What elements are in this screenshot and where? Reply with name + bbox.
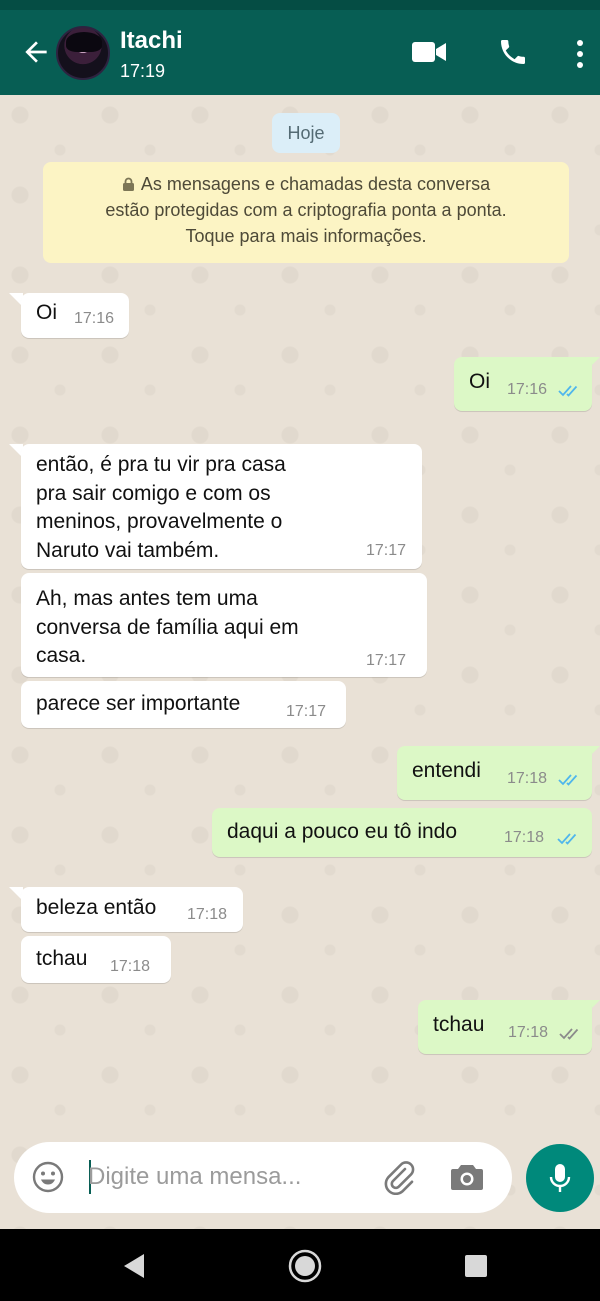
message-time: 17:16 [507, 381, 548, 398]
chat-header: Itachi 17:19 [0, 10, 600, 95]
message-outgoing[interactable]: tchau 17:18 [418, 1000, 592, 1054]
voice-call-icon[interactable] [497, 36, 529, 68]
back-arrow-icon[interactable] [20, 36, 52, 68]
microphone-button[interactable] [526, 1144, 594, 1212]
nav-back-icon[interactable] [122, 1253, 146, 1279]
message-incoming[interactable]: então, é pra tu vir pra casa pra sair co… [21, 444, 422, 569]
message-line: Ah, mas antes tem uma [36, 587, 258, 610]
message-text: tchau [36, 947, 88, 970]
message-incoming[interactable]: Ah, mas antes tem uma conversa de famíli… [21, 573, 427, 677]
message-time: 17:18 [507, 770, 548, 787]
chat-area[interactable]: Hoje As mensagens e chamadas desta conve… [0, 95, 600, 1230]
message-text: tchau [433, 1013, 485, 1036]
message-outgoing[interactable]: daqui a pouco eu tô indo 17:18 [212, 808, 592, 857]
attach-icon[interactable] [381, 1159, 417, 1195]
more-options-icon[interactable] [574, 38, 586, 70]
message-text: Oi [469, 370, 490, 393]
message-incoming[interactable]: beleza então 17:18 [21, 887, 243, 932]
last-seen: 17:19 [120, 61, 166, 81]
message-line: casa. [36, 644, 87, 667]
message-incoming[interactable]: Oi 17:16 [21, 293, 129, 338]
encryption-text-1: As mensagens e chamadas desta conversa [140, 174, 491, 194]
contact-name[interactable]: Itachi [120, 27, 183, 55]
message-text: Ah, mas antes tem uma conversa de famíli… [36, 585, 299, 671]
date-chip: Hoje [272, 113, 340, 153]
message-time: 17:18 [508, 1024, 549, 1041]
message-text: daqui a pouco eu tô indo [227, 820, 458, 843]
message-composer [14, 1142, 512, 1213]
read-ticks-icon [557, 833, 577, 845]
message-line: meninos, provavelmente o [36, 510, 283, 533]
message-line: então, é pra tu vir pra casa [36, 453, 286, 476]
message-text: beleza então [36, 896, 157, 919]
delivered-ticks-icon [559, 1028, 579, 1040]
read-ticks-icon [558, 385, 578, 397]
message-time: 17:18 [110, 958, 151, 975]
message-text: Oi [36, 301, 57, 324]
message-time: 17:18 [504, 829, 545, 846]
message-line: pra sair comigo e com os [36, 481, 271, 505]
message-input[interactable] [88, 1154, 368, 1200]
microphone-icon [549, 1164, 571, 1192]
status-bar [0, 0, 600, 10]
message-text: entendi [412, 759, 481, 782]
message-time: 17:18 [187, 906, 228, 923]
message-incoming[interactable]: tchau 17:18 [21, 936, 171, 983]
message-line: Naruto vai também. [36, 538, 220, 562]
encryption-line-3: Toque para mais informações. [185, 226, 427, 246]
message-line: conversa de família aqui em [36, 615, 299, 639]
message-outgoing[interactable]: entendi 17:18 [397, 746, 592, 800]
message-outgoing[interactable]: Oi 17:16 [454, 357, 592, 411]
message-time: 17:16 [74, 310, 115, 327]
message-text: parece ser importante [36, 692, 241, 715]
camera-icon[interactable] [450, 1162, 484, 1192]
message-incoming[interactable]: parece ser importante 17:17 [21, 681, 346, 728]
video-call-icon[interactable] [411, 38, 447, 66]
encryption-notice[interactable]: As mensagens e chamadas desta conversa e… [43, 162, 569, 263]
nav-home-icon[interactable] [288, 1249, 322, 1283]
lock-icon [122, 177, 134, 191]
encryption-line-2: estão protegidas com a criptografia pont… [105, 200, 507, 220]
read-ticks-icon [558, 774, 578, 786]
message-time: 17:17 [366, 652, 407, 669]
message-time: 17:17 [286, 703, 327, 720]
nav-recents-icon[interactable] [465, 1255, 487, 1277]
encryption-line-1: As mensagens e chamadas desta conversa [43, 171, 569, 197]
emoji-icon[interactable] [31, 1160, 65, 1194]
message-text: então, é pra tu vir pra casa pra sair co… [36, 451, 286, 565]
avatar[interactable] [56, 26, 110, 80]
system-nav-bar [0, 1229, 600, 1301]
message-time: 17:17 [366, 542, 407, 559]
